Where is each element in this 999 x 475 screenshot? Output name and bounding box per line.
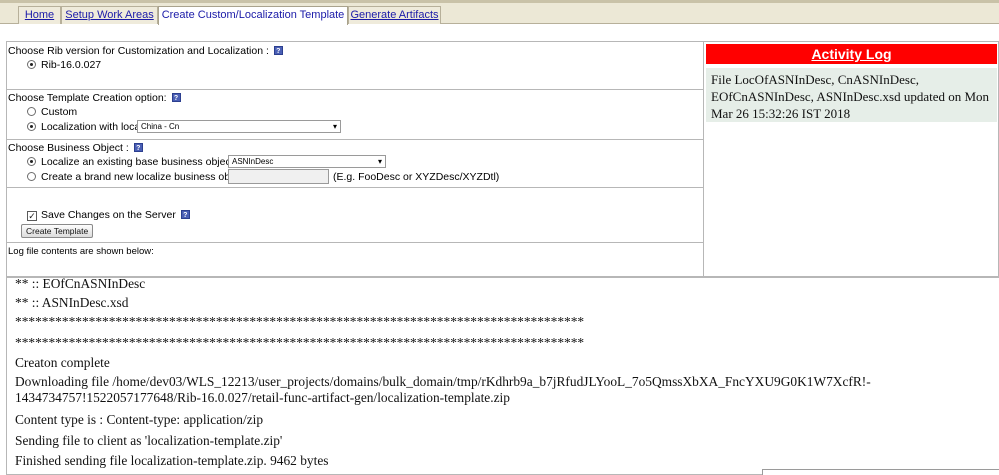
new-object-option[interactable]: Create a brand new localize business obj… [27,171,252,183]
log-line: ** :: ASNInDesc.xsd [15,295,129,310]
save-changes-checkbox[interactable]: ✓ [27,211,37,221]
localization-label: Localization with locale [41,121,149,133]
custom-label: Custom [41,106,78,118]
tab-bar: Home Setup Work Areas Create Custom/Loca… [0,3,999,25]
custom-radio[interactable] [27,107,36,116]
log-line: ** :: EOfCnASNInDesc [15,277,146,291]
log-line: Creaton complete [15,355,110,370]
activity-log-title[interactable]: Activity Log [706,44,997,64]
activity-log-panel: Activity Log File LocOfASNInDesc, CnASNI… [703,41,999,277]
localization-option[interactable]: Localization with locale [27,121,148,133]
template-option-heading: Choose Template Creation option: ? [8,92,181,104]
existing-object-value: ASNInDesc [232,157,274,166]
new-object-input[interactable] [228,169,329,184]
business-object-heading: Choose Business Object : ? [8,142,143,154]
tab-create-template[interactable]: Create Custom/Localization Template [158,6,348,25]
custom-option[interactable]: Custom [27,106,77,118]
new-object-radio[interactable] [27,172,36,181]
new-object-hint: (E.g. FooDesc or XYZDesc/XYZDtl) [333,171,500,183]
existing-object-radio[interactable] [27,157,36,166]
save-changes-label: Save Changes on the Server [41,209,176,221]
localization-radio[interactable] [27,122,36,131]
rib-version-radio[interactable] [27,60,36,69]
rib-version-title: Choose Rib version for Customization and… [8,45,269,57]
help-icon[interactable]: ? [171,93,181,102]
existing-object-label: Localize an existing base business objec… [41,156,240,168]
horizontal-scrollbar[interactable] [762,469,999,475]
log-line: ****************************************… [15,335,585,350]
log-line: Content type is : Content-type: applicat… [15,412,264,427]
template-option-section: Choose Template Creation option: ? Custo… [7,90,704,140]
tab-setup-work-areas[interactable]: Setup Work Areas [61,6,158,24]
help-icon[interactable]: ? [273,46,283,55]
save-changes-option[interactable]: ✓ Save Changes on the Server ? [27,209,190,221]
log-caption-section: Log file contents are shown below: [7,243,704,278]
existing-object-select[interactable]: ASNInDesc ▾ [228,155,386,168]
log-line: ****************************************… [15,314,585,329]
rib-version-section: Choose Rib version for Customization and… [7,42,704,90]
help-icon[interactable]: ? [133,143,143,152]
template-option-title: Choose Template Creation option: [8,92,167,104]
activity-log-message: File LocOfASNInDesc, CnASNInDesc, EOfCnA… [706,68,997,122]
log-line: Finished sending file localization-templ… [15,453,329,468]
locale-select[interactable]: China - Cn ▾ [137,120,341,133]
chevron-down-icon: ▾ [377,157,382,166]
log-caption: Log file contents are shown below: [8,246,154,257]
create-template-button[interactable]: Create Template [21,224,94,238]
rib-version-option[interactable]: Rib-16.0.027 [27,59,101,71]
log-line: 1434734757!1522057177648/Rib-16.0.027/re… [15,390,510,405]
locale-select-value: China - Cn [141,122,180,131]
tab-home[interactable]: Home [18,6,61,24]
log-line: Downloading file /home/dev03/WLS_12213/u… [15,374,871,389]
chevron-down-icon: ▾ [332,122,337,131]
existing-object-option[interactable]: Localize an existing base business objec… [27,156,239,168]
tab-generate-artifacts[interactable]: Generate Artifacts [348,6,441,24]
help-icon[interactable]: ? [180,210,190,219]
rib-version-label: Rib-16.0.027 [41,59,102,71]
save-section: ✓ Save Changes on the Server ? Create Tem… [7,188,704,243]
log-line: Sending file to client as 'localization-… [15,433,283,448]
template-form-panel: Choose Rib version for Customization and… [6,41,704,278]
business-object-section: Choose Business Object : ? Localize an e… [7,140,704,188]
new-object-label: Create a brand new localize business obj… [41,171,253,183]
log-contents-panel[interactable]: ** :: EOfCnASNInDesc ** :: ASNInDesc.xsd… [6,277,999,475]
rib-version-heading: Choose Rib version for Customization and… [8,45,283,57]
business-object-title: Choose Business Object : [8,142,129,154]
